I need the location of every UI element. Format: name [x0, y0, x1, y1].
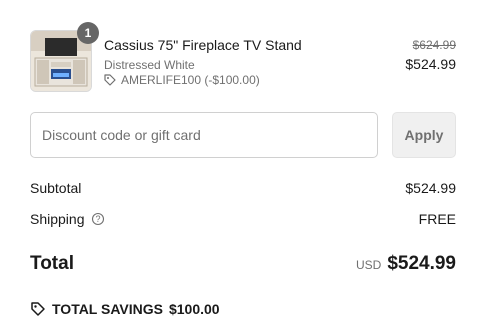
shipping-row: Shipping ? FREE — [30, 211, 456, 227]
shipping-value: FREE — [418, 211, 456, 227]
discount-code-text: AMERLIFE100 (-$100.00) — [121, 73, 260, 87]
savings-tag-icon — [31, 302, 45, 316]
total-value: $524.99 — [387, 253, 456, 274]
shipping-label: Shipping — [30, 211, 85, 227]
apply-button[interactable]: Apply — [392, 112, 456, 158]
product-name: Cassius 75" Fireplace TV Stand — [104, 37, 302, 53]
item-price: $524.99 — [405, 56, 456, 72]
currency-code: USD — [355, 258, 382, 272]
total-label: Total — [30, 253, 74, 274]
product-variant: Distressed White — [104, 58, 195, 72]
subtotal-value: $524.99 — [405, 180, 456, 196]
quantity-badge: 1 — [77, 22, 99, 44]
subtotal-row: Subtotal $524.99 — [30, 180, 456, 196]
savings-label: TOTAL SAVINGS — [52, 301, 163, 317]
applied-discount: AMERLIFE100 (-$100.00) — [104, 73, 260, 87]
subtotal-label: Subtotal — [30, 180, 82, 196]
total-row: Total USD $524.99 — [30, 253, 456, 275]
discount-code-input[interactable] — [30, 112, 378, 158]
info-icon[interactable]: ? — [91, 212, 105, 226]
cart-line-item: 1 Cassius 75" Fireplace TV Stand Distres… — [30, 22, 456, 92]
svg-text:?: ? — [95, 214, 100, 224]
tag-icon — [104, 74, 116, 86]
shipping-label-group: Shipping ? — [30, 211, 105, 227]
total-savings: TOTAL SAVINGS $100.00 — [30, 301, 220, 317]
compare-at-price: $624.99 — [412, 38, 456, 52]
savings-value: $100.00 — [168, 301, 220, 317]
total-amount: USD $524.99 — [356, 253, 456, 275]
